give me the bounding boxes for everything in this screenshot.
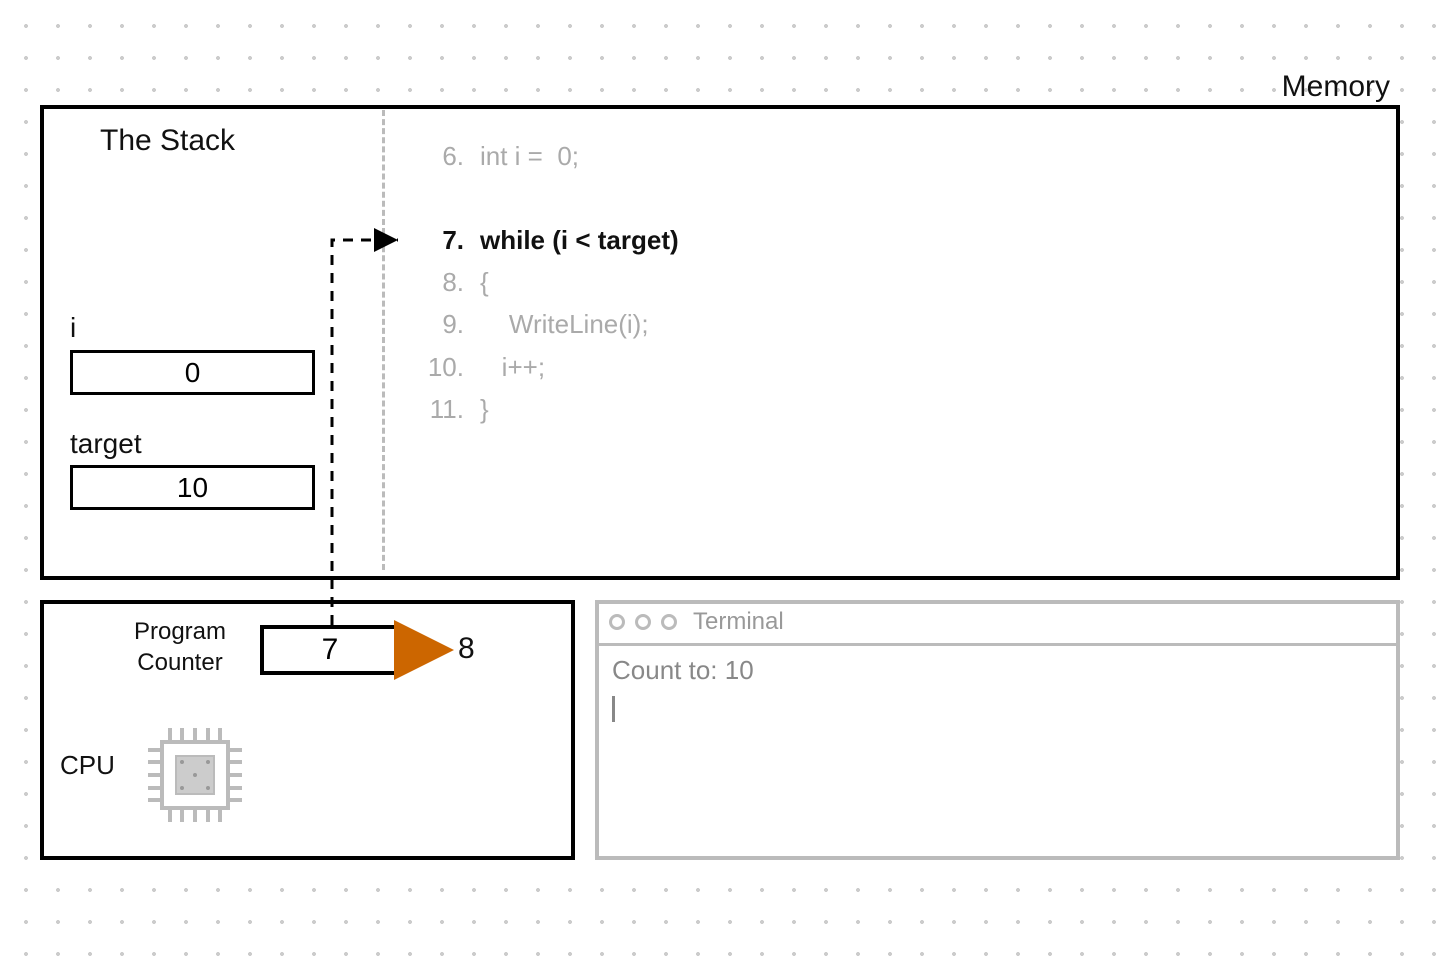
window-dot-icon bbox=[635, 614, 651, 630]
terminal-cursor-icon bbox=[612, 696, 615, 722]
stack-title: The Stack bbox=[100, 124, 235, 158]
variable-target-value: 10 bbox=[177, 472, 208, 504]
program-counter-label: Program Counter bbox=[110, 616, 250, 678]
code-line-number: 10. bbox=[410, 346, 464, 388]
terminal-title: Terminal bbox=[693, 608, 784, 636]
program-counter-value-box: 7 bbox=[260, 625, 400, 675]
pc-label-line1: Program bbox=[134, 618, 226, 645]
terminal-titlebar: Terminal bbox=[595, 600, 1400, 646]
window-dot-icon bbox=[609, 614, 625, 630]
code-line-number: 11. bbox=[410, 388, 464, 430]
code-line-text: WriteLine(i); bbox=[480, 309, 649, 339]
program-counter-value: 7 bbox=[322, 633, 339, 667]
terminal-input-value: 10 bbox=[725, 655, 754, 685]
memory-divider bbox=[382, 110, 385, 570]
code-line: 8. { bbox=[410, 261, 679, 303]
code-line: 6. int i = 0; bbox=[410, 135, 679, 177]
code-line-text: { bbox=[480, 267, 489, 297]
variable-target-label: target bbox=[70, 428, 142, 460]
program-counter-next: 8 bbox=[458, 632, 475, 666]
code-line: 9. WriteLine(i); bbox=[410, 303, 679, 345]
terminal-output: Count to: 10 bbox=[612, 652, 754, 725]
code-line-number: 8. bbox=[410, 261, 464, 303]
pc-label-line2: Counter bbox=[137, 649, 222, 676]
code-line-number: 9. bbox=[410, 303, 464, 345]
code-line: 10. i++; bbox=[410, 346, 679, 388]
code-listing: 6. int i = 0; 7. while (i < target) 8. {9. Wr… bbox=[410, 135, 679, 430]
variable-i-value: 0 bbox=[185, 357, 201, 389]
cpu-label: CPU bbox=[60, 750, 115, 781]
code-line-text: } bbox=[480, 394, 489, 424]
variable-target-value-box: 10 bbox=[70, 465, 315, 510]
window-dot-icon bbox=[661, 614, 677, 630]
code-line-text: i++; bbox=[480, 352, 545, 382]
variable-i-label: i bbox=[70, 312, 76, 344]
code-line-text: while (i < target) bbox=[480, 225, 679, 255]
memory-label: Memory bbox=[1282, 70, 1390, 104]
terminal-prompt: Count to: bbox=[612, 655, 725, 685]
code-line-number: 7. bbox=[410, 219, 464, 261]
code-line: 7. while (i < target) bbox=[410, 219, 679, 261]
code-line bbox=[410, 177, 679, 219]
code-line-number: 6. bbox=[410, 135, 464, 177]
code-line: 11.} bbox=[410, 388, 679, 430]
variable-i-value-box: 0 bbox=[70, 350, 315, 395]
code-line-text: int i = 0; bbox=[480, 141, 579, 171]
cpu-chip-icon bbox=[140, 720, 250, 830]
